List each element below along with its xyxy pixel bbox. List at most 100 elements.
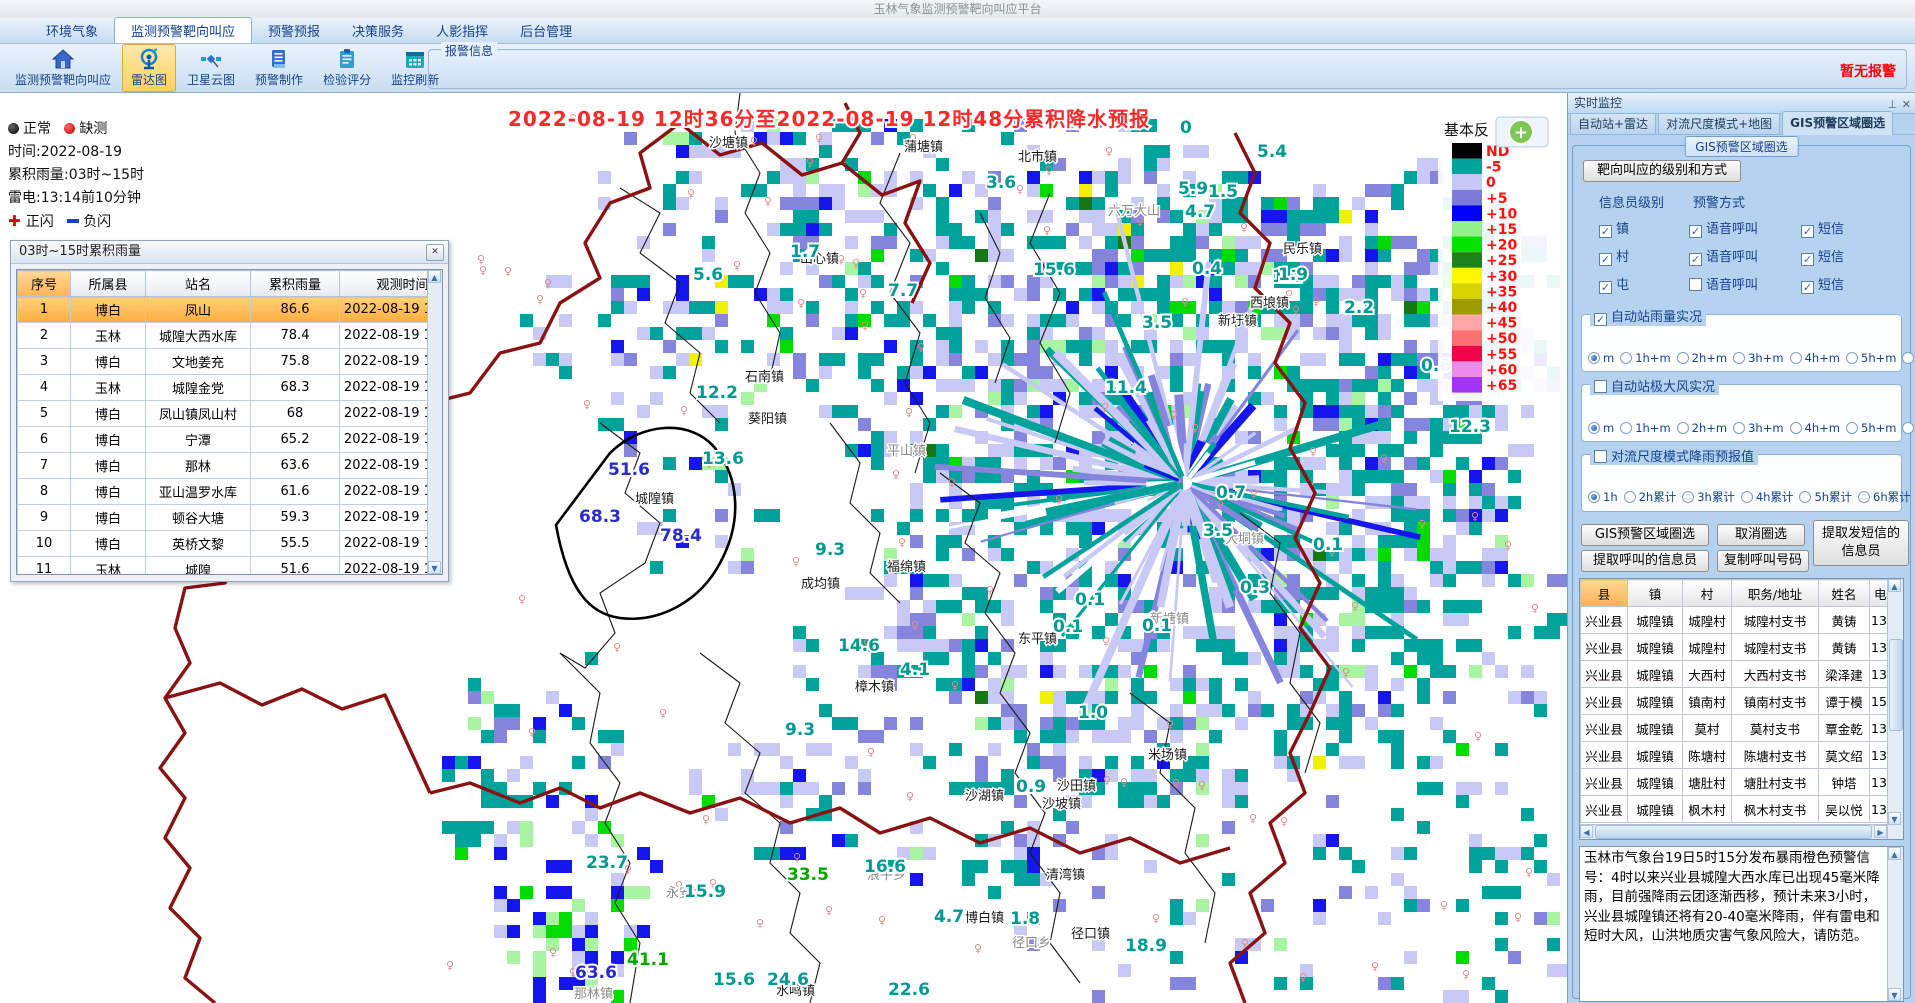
rain-table-row[interactable]: 11玉林城隍51.62022-08-19 15:00	[18, 557, 429, 575]
rain-table-scrollbar[interactable]: ▲ ▼	[427, 270, 442, 574]
toolbar-button-clipboard[interactable]: 检验评分	[314, 44, 380, 92]
radio-icon[interactable]	[1790, 422, 1802, 434]
scroll-down-icon[interactable]: ▼	[1888, 988, 1901, 1001]
toolbar-button-satellite[interactable]: 卫星云图	[178, 44, 244, 92]
scroll-thumb[interactable]	[1889, 639, 1903, 731]
rain-table-row[interactable]: 4玉林城隍金党68.32022-08-19 15:00	[18, 375, 429, 401]
voice-call-checkbox[interactable]: 语音呼叫	[1689, 274, 1758, 293]
checkbox-icon[interactable]: ✓	[1599, 225, 1612, 238]
panel-tab-1[interactable]: 自动站+雷达	[1570, 112, 1656, 134]
rain-table-row[interactable]: 9博白顿谷大塘59.32022-08-19 15:00	[18, 505, 429, 531]
checkbox-icon[interactable]	[1594, 450, 1607, 463]
radio-4h+m[interactable]: 4h+m	[1790, 351, 1840, 365]
pin-icon[interactable]: ⊥	[1888, 98, 1899, 111]
contacts-header[interactable]: 职务/地址	[1732, 580, 1819, 607]
rain-table-header[interactable]: 观测时间	[340, 271, 429, 297]
checkbox-icon[interactable]: ✓	[1801, 253, 1814, 266]
scroll-up-icon[interactable]: ▲	[428, 270, 441, 283]
checkbox-icon[interactable]	[1594, 380, 1607, 393]
rain-table-row[interactable]: 3博白文地姜充75.82022-08-19 15:00	[18, 349, 429, 375]
radio-icon[interactable]	[1846, 422, 1858, 434]
gis-circle-select-button[interactable]: GIS预警区域圈选	[1581, 524, 1709, 546]
rain-table-row[interactable]: 2玉林城隍大西水库78.42022-08-19 15:00	[18, 323, 429, 349]
cancel-select-button[interactable]: 取消圈选	[1717, 524, 1805, 546]
level-checkbox-屯[interactable]: ✓屯	[1599, 274, 1629, 294]
close-icon[interactable]: ✕	[426, 244, 444, 261]
rain-table-header[interactable]: 所属县	[71, 271, 146, 297]
close-icon[interactable]: ✕	[1902, 98, 1911, 111]
rain-table-row[interactable]: 6博白宁潭65.22022-08-19 15:00	[18, 427, 429, 453]
checkbox-icon[interactable]: ✓	[1689, 253, 1702, 266]
radio-icon[interactable]	[1620, 422, 1632, 434]
extract-call-button[interactable]: 提取呼叫的信息员	[1581, 550, 1709, 572]
sms-checkbox[interactable]: ✓短信	[1801, 274, 1844, 294]
contacts-row[interactable]: 兴业县城隍镇陈塘村陈塘村支书莫文绍1397757961	[1581, 742, 1888, 769]
rain-table-row[interactable]: 8博白亚山温罗水库61.62022-08-19 15:00	[18, 479, 429, 505]
contacts-header[interactable]: 县	[1581, 580, 1628, 607]
voice-call-checkbox[interactable]: ✓语音呼叫	[1689, 246, 1758, 266]
radio-icon[interactable]	[1790, 352, 1802, 364]
radio-m[interactable]: m	[1588, 421, 1614, 435]
radio-icon[interactable]	[1677, 352, 1689, 364]
radio-icon[interactable]	[1902, 422, 1914, 434]
contacts-row[interactable]: 兴业县城隍镇城隍村城隍村支书黄铸1351769751	[1581, 634, 1888, 661]
panel-tab-2[interactable]: 对流尺度模式+地图	[1658, 112, 1780, 134]
toolbar-button-radar[interactable]: 雷达图	[122, 44, 176, 92]
radio-icon[interactable]	[1620, 352, 1632, 364]
message-vscrollbar[interactable]: ▲▼	[1887, 847, 1903, 1001]
level-mode-button[interactable]: 靶向叫应的级别和方式	[1583, 160, 1741, 182]
radio-2h+m[interactable]: 2h+m	[1677, 351, 1727, 365]
contacts-row[interactable]: 兴业县城隍镇镇南村镇南村支书谭于模1517759468	[1581, 688, 1888, 715]
warning-message-textarea[interactable]: 玉林市气象台19日5时15分发布暴雨橙色预警信号：4时以来兴业县城隍大西水库已出…	[1579, 846, 1904, 1002]
copy-numbers-button[interactable]: 复制呼叫号码	[1717, 550, 1809, 572]
scroll-down-icon[interactable]: ▼	[1888, 812, 1901, 825]
radio-icon[interactable]	[1858, 491, 1870, 503]
checkbox-icon[interactable]: ✓	[1599, 253, 1612, 266]
checkbox-icon[interactable]: ✓	[1689, 225, 1702, 238]
sms-checkbox[interactable]: ✓短信	[1801, 218, 1844, 238]
scroll-up-icon[interactable]: ▲	[1888, 579, 1901, 592]
level-checkbox-镇[interactable]: ✓镇	[1599, 218, 1629, 238]
menu-tab-1[interactable]: 环境气象	[30, 18, 114, 43]
radio-1h+m[interactable]: 1h+m	[1620, 351, 1670, 365]
level-checkbox-村[interactable]: ✓村	[1599, 246, 1629, 266]
voice-call-checkbox[interactable]: ✓语音呼叫	[1689, 218, 1758, 238]
rain-table-titlebar[interactable]: 03时~15时累积雨量 ✕	[11, 241, 448, 264]
radio-icon[interactable]	[1733, 422, 1745, 434]
toolbar-button-home[interactable]: 监测预警靶向叫应	[6, 44, 120, 92]
panel-tab-3[interactable]: GIS预警区域圈选	[1782, 111, 1893, 135]
contacts-header[interactable]: 电话号码	[1870, 580, 1888, 607]
contacts-header[interactable]: 镇	[1628, 580, 1683, 607]
rain-table-row[interactable]: 1博白凤山86.62022-08-19 15:00	[18, 297, 429, 323]
menu-tab-4[interactable]: 决策服务	[336, 18, 420, 43]
scroll-down-icon[interactable]: ▼	[428, 561, 441, 574]
checkbox-icon[interactable]: ✓	[1599, 281, 1612, 294]
checkbox-icon[interactable]: ✓	[1594, 313, 1607, 326]
radio-2h+m[interactable]: 2h+m	[1677, 421, 1727, 435]
radio-icon[interactable]	[1846, 352, 1858, 364]
extract-sms-button[interactable]: 提取发短信的信息员	[1813, 520, 1909, 566]
radio-12h+m[interactable]: 12h+m	[1902, 421, 1915, 435]
radio-icon[interactable]	[1902, 352, 1914, 364]
toolbar-button-doc[interactable]: 预警制作	[246, 44, 312, 92]
radio-6h累计[interactable]: 6h累计	[1858, 489, 1911, 505]
group-checkbox[interactable]: 对流尺度模式降雨预报值	[1594, 450, 1754, 465]
radio-1h+m[interactable]: 1h+m	[1620, 421, 1670, 435]
radio-icon[interactable]	[1682, 491, 1694, 503]
contacts-header[interactable]: 村	[1683, 580, 1732, 607]
contacts-row[interactable]: 兴业县城隍镇枫木村枫木村支书吴以悦1373755111	[1581, 796, 1888, 823]
zoom-in-button[interactable]: +	[1496, 117, 1548, 147]
contacts-row[interactable]: 兴业县城隍镇莫村莫村支书覃金乾1345754051	[1581, 715, 1888, 742]
radio-2h累计[interactable]: 2h累计	[1624, 489, 1677, 505]
radio-m[interactable]: m	[1588, 351, 1614, 365]
group-checkbox[interactable]: ✓自动站雨量实况	[1594, 310, 1702, 325]
rain-table-header[interactable]: 累积雨量	[251, 271, 340, 297]
checkbox-icon[interactable]: ✓	[1801, 225, 1814, 238]
menu-tab-6[interactable]: 后台管理	[504, 18, 588, 43]
radio-4h累计[interactable]: 4h累计	[1741, 489, 1794, 505]
rain-table-row[interactable]: 7博白那林63.62022-08-19 15:00	[18, 453, 429, 479]
radio-icon[interactable]	[1588, 491, 1600, 503]
radio-icon[interactable]	[1741, 491, 1753, 503]
radio-icon[interactable]	[1799, 491, 1811, 503]
scroll-left-icon[interactable]: ◀	[1580, 825, 1593, 838]
